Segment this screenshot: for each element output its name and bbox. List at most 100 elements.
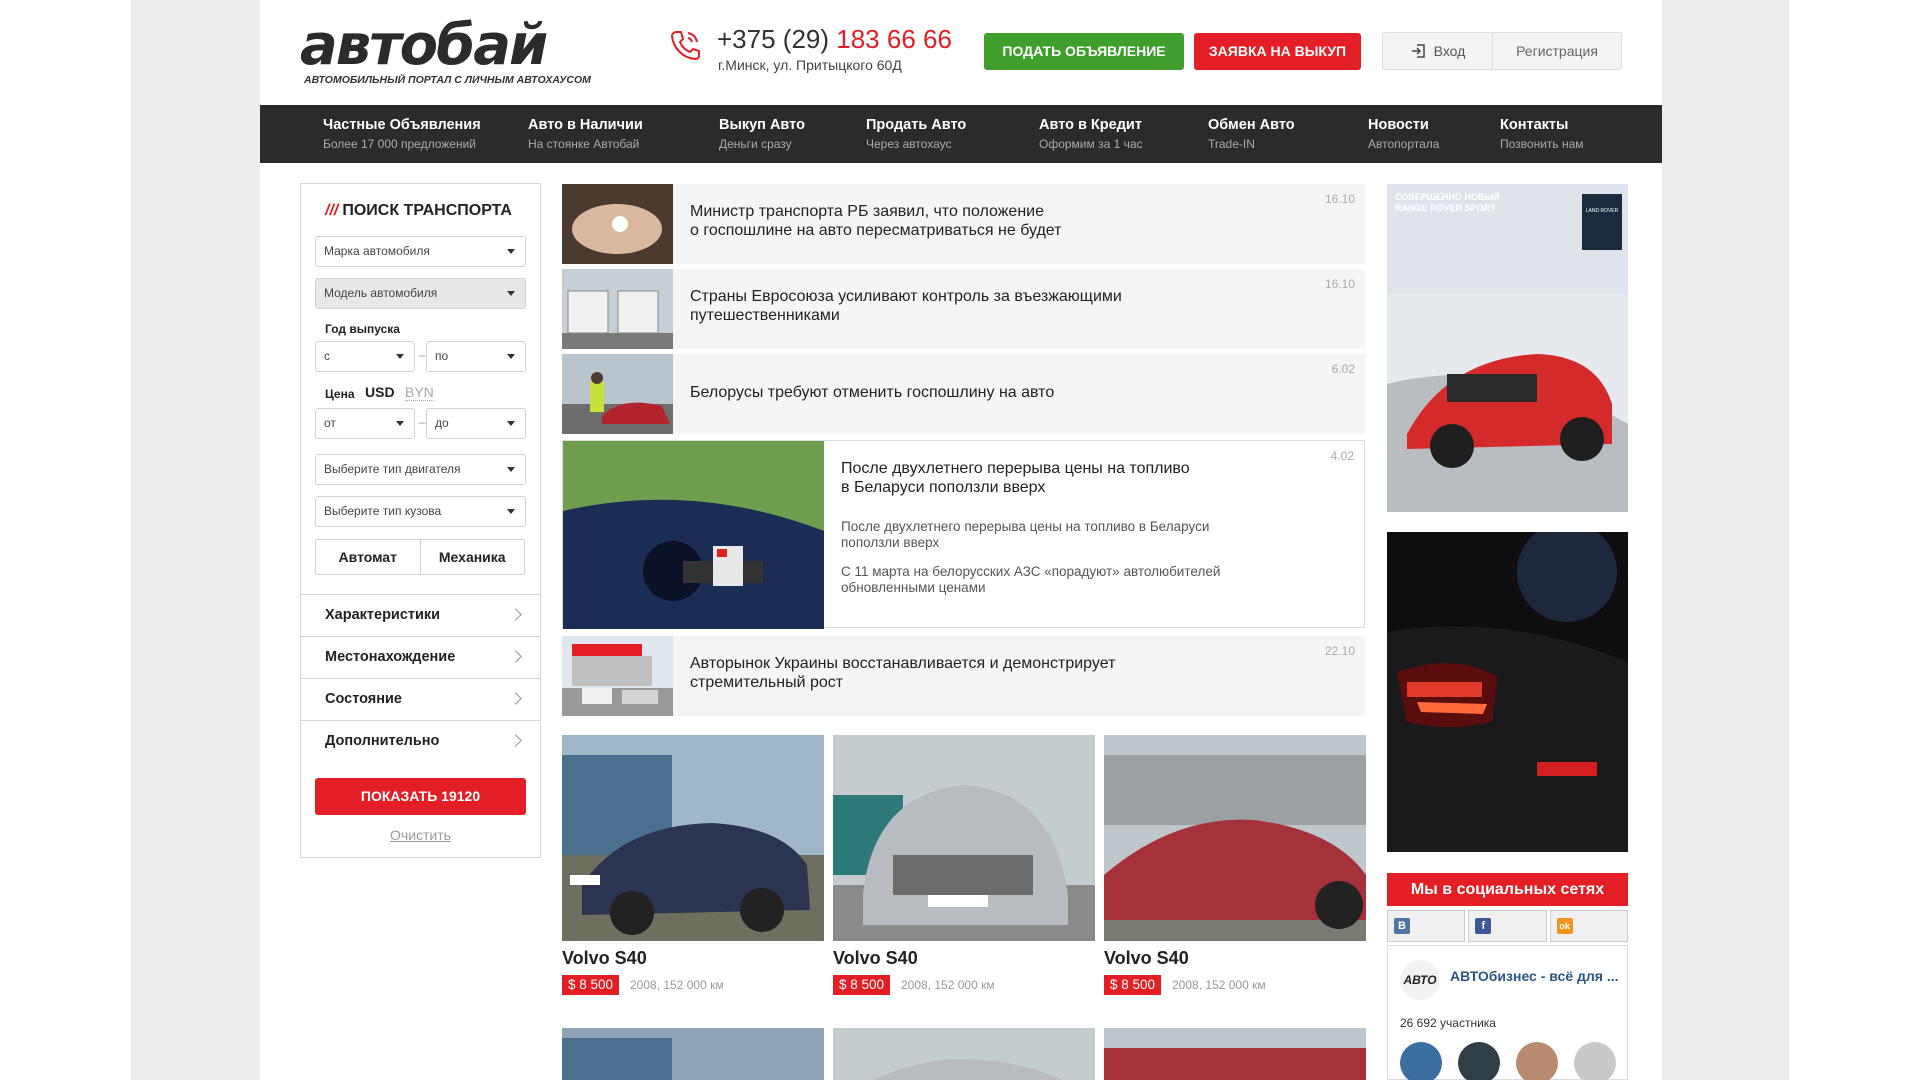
section-condition[interactable]: Состояние <box>301 678 540 720</box>
avatar[interactable] <box>1516 1042 1558 1080</box>
nav-item-private-ads[interactable]: Частные Объявления Более 17 000 предложен… <box>323 117 481 151</box>
section-additional[interactable]: Дополнительно <box>301 720 540 762</box>
news-thumbnail <box>562 354 673 434</box>
nav-item-trade-in[interactable]: Обмен Авто Trade-IN <box>1208 117 1295 151</box>
car-card[interactable]: Volvo S40 $ 8 500 2008, 152 000 км <box>562 735 824 1000</box>
nav-subtitle: Более 17 000 предложений <box>323 137 476 151</box>
nav-subtitle: Автопортала <box>1368 137 1440 151</box>
currency-usd[interactable]: USD <box>365 384 395 400</box>
news-title: Авторынок Украины восстанавливается и де… <box>690 655 1116 691</box>
news-item[interactable]: Министр транспорта РБ заявил, что положе… <box>562 184 1365 264</box>
nav-item-buyout[interactable]: Выкуп Авто Деньги сразу <box>719 117 805 151</box>
model-select[interactable]: Модель автомобиля <box>315 278 526 309</box>
car-price: $ 8 500 <box>833 975 891 995</box>
car-photo <box>1104 735 1366 941</box>
nav-title: Выкуп Авто <box>719 117 805 133</box>
avatar[interactable] <box>1400 1042 1442 1080</box>
section-label: Дополнительно <box>325 733 440 749</box>
year-label: Год выпуска <box>325 322 400 336</box>
phone-number[interactable]: +375 (29) 183 66 66 <box>717 24 952 55</box>
address: г.Минск, ул. Притыцкого 60Д <box>718 57 902 73</box>
section-label: Характеристики <box>325 607 441 623</box>
odnoklassniki-button[interactable]: ok <box>1549 910 1628 942</box>
car-photo <box>1104 1028 1366 1080</box>
site-logo[interactable]: автобай АВТОМОБИЛЬНЫЙ ПОРТАЛ С ЛИЧНЫМ АВ… <box>300 14 600 92</box>
vk-button[interactable]: В <box>1387 910 1466 942</box>
register-button[interactable]: Регистрация <box>1493 33 1621 69</box>
avatar[interactable] <box>1458 1042 1500 1080</box>
caret-down-icon <box>507 421 515 426</box>
ad-banner-taillight[interactable] <box>1387 522 1628 852</box>
section-characteristics[interactable]: Характеристики <box>301 594 540 636</box>
login-button[interactable]: Вход <box>1383 33 1493 69</box>
transmission-auto[interactable]: Автомат <box>316 540 421 574</box>
auth-box: Вход Регистрация <box>1382 32 1622 70</box>
social-title: Мы в социальных сетях <box>1387 873 1628 906</box>
facebook-button[interactable]: f <box>1468 910 1547 942</box>
caret-down-icon <box>507 249 515 254</box>
show-results-button[interactable]: ПОКАЗАТЬ 19120 <box>315 778 526 815</box>
chevron-right-icon <box>509 608 522 621</box>
car-card[interactable]: Volvo S40 $ 8 500 2008, 152 000 км <box>833 735 1095 1000</box>
car-name: Volvo S40 <box>562 948 647 968</box>
section-location[interactable]: Местонахождение <box>301 636 540 678</box>
group-name[interactable]: АВТОбизнес - всё для ... <box>1450 968 1619 984</box>
year-to-select[interactable]: по <box>426 341 526 372</box>
news-title: Белорусы требуют отменить госпошлину на … <box>690 384 1055 401</box>
currency-byn[interactable]: BYN <box>405 384 434 401</box>
news-item[interactable]: Авторынок Украины восстанавливается и де… <box>562 636 1365 716</box>
nav-title: Контакты <box>1500 117 1569 133</box>
main-nav: Частные Объявления Более 17 000 предложен… <box>260 105 1662 163</box>
engine-select[interactable]: Выберите тип двигателя <box>315 454 526 485</box>
price-to-select[interactable]: до <box>426 408 526 439</box>
nav-title: Новости <box>1368 117 1429 133</box>
make-select-label: Марка автомобиля <box>324 244 430 258</box>
nav-item-sell[interactable]: Продать Авто Через автохаус <box>866 117 966 151</box>
group-avatar[interactable]: АВТО <box>1400 960 1440 1000</box>
section-label: Местонахождение <box>325 649 456 665</box>
featured-news[interactable]: После двухлетнего перерыва цены на топли… <box>562 440 1365 629</box>
clear-filters-link[interactable]: Очистить <box>301 827 540 843</box>
avatar[interactable] <box>1574 1042 1616 1080</box>
chevron-right-icon <box>509 734 522 747</box>
nav-title: Продать Авто <box>866 117 967 133</box>
range-dash: – <box>419 415 426 429</box>
transmission-manual[interactable]: Механика <box>421 540 525 574</box>
car-name: Volvo S40 <box>1104 948 1189 968</box>
caret-down-icon <box>396 421 404 426</box>
news-thumbnail <box>562 269 673 349</box>
nav-subtitle: На стоянке Автобай <box>528 137 640 151</box>
price-to-label: до <box>435 416 449 430</box>
logo-wordmark: автобай <box>300 13 548 78</box>
nav-item-news[interactable]: Новости Автопортала <box>1368 117 1439 151</box>
car-card[interactable]: Volvo S40 $ 8 500 2008, 152 000 км <box>1104 735 1366 1000</box>
nav-subtitle: Позвонить нам <box>1500 137 1584 151</box>
car-meta: 2008, 152 000 км <box>630 978 724 992</box>
car-photo <box>833 1028 1095 1080</box>
news-title: Министр транспорта РБ заявил, что положе… <box>690 203 1062 239</box>
nav-title: Частные Объявления <box>323 117 481 133</box>
caret-down-icon <box>507 291 515 296</box>
body-select[interactable]: Выберите тип кузова <box>315 496 526 527</box>
car-photo <box>562 735 824 941</box>
year-from-select[interactable]: с <box>315 341 415 372</box>
make-select[interactable]: Марка автомобиля <box>315 236 526 267</box>
land-rover-badge: LAND ROVER <box>1585 208 1619 214</box>
nav-item-credit[interactable]: Авто в Кредит Оформим за 1 час <box>1039 117 1143 151</box>
buyout-request-button[interactable]: ЗАЯВКА НА ВЫКУП <box>1194 33 1361 70</box>
featured-news-image <box>563 441 824 629</box>
featured-news-summary: После двухлетнего перерыва цены на топли… <box>841 519 1210 550</box>
post-ad-button[interactable]: ПОДАТЬ ОБЪЯВЛЕНИЕ <box>984 33 1184 70</box>
news-item[interactable]: Страны Евросоюза усиливают контроль за в… <box>562 269 1365 349</box>
ad-image <box>1387 522 1628 852</box>
nav-item-contacts[interactable]: Контакты Позвонить нам <box>1500 117 1584 151</box>
price-from-select[interactable]: от <box>315 408 415 439</box>
year-to-label: по <box>435 349 449 363</box>
car-photo <box>562 1028 824 1080</box>
vk-icon: В <box>1394 918 1410 934</box>
nav-title: Авто в Кредит <box>1039 117 1142 133</box>
phone-icon <box>670 31 700 61</box>
ad-banner-range-rover[interactable]: СОВЕРШЕННО НОВЫЙ RANGE ROVER SPORT LAND R… <box>1387 184 1628 512</box>
nav-item-in-stock[interactable]: Авто в Наличии На стоянке Автобай <box>528 117 643 151</box>
news-item[interactable]: Белорусы требуют отменить госпошлину на … <box>562 354 1365 434</box>
